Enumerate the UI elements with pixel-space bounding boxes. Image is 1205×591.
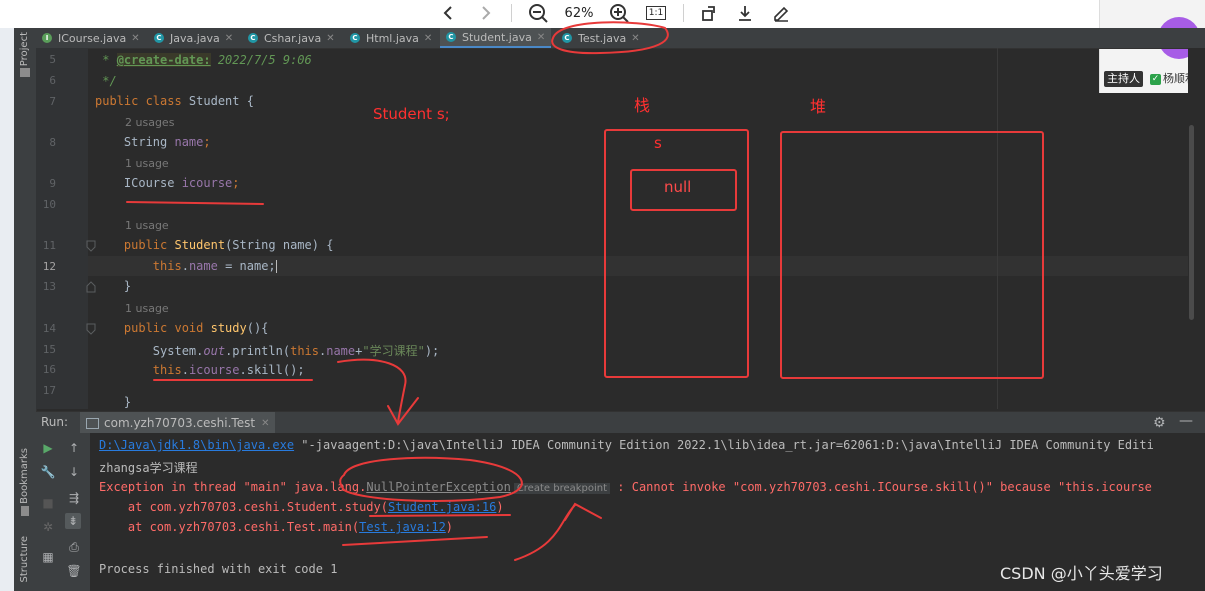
underline-mark <box>369 514 511 517</box>
underline-mark <box>126 201 264 205</box>
watermark: CSDN @小丫头爱学习 <box>1000 564 1163 583</box>
arrow-mark <box>514 502 602 561</box>
tab-circle-mark <box>551 21 669 55</box>
exception-circle-mark <box>339 456 523 502</box>
arrow-mark <box>337 358 419 426</box>
annotation-strokes <box>126 21 669 561</box>
underline-mark <box>342 536 488 546</box>
